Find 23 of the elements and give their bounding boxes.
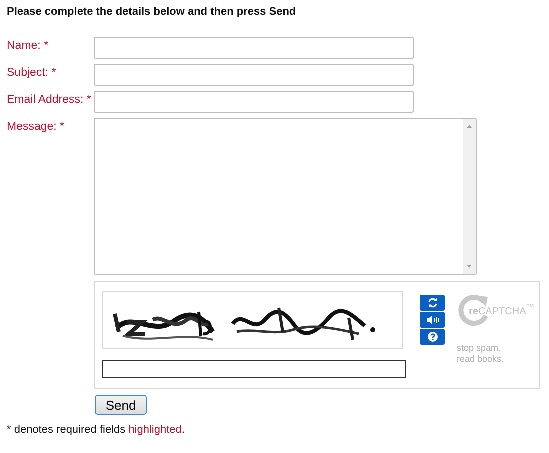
field-label: Message: *	[7, 120, 66, 133]
input-field[interactable]	[94, 37, 414, 59]
scroll-down-arrow-icon[interactable]	[465, 264, 474, 270]
scrollbar[interactable]	[463, 119, 476, 274]
recaptcha-tagline: stop spam. read books.	[457, 343, 506, 365]
captcha-answer-field[interactable]	[102, 360, 406, 378]
input-field[interactable]	[94, 91, 414, 113]
required-note: * denotes required fields highlighted.	[7, 424, 186, 436]
field-label: Name: *	[7, 39, 50, 52]
recaptcha-logo: reCAPTCHA$^{™}$	[469, 302, 535, 318]
audio-button[interactable]	[420, 312, 445, 328]
field-label: Subject: *	[7, 66, 58, 79]
refresh-icon	[426, 297, 438, 309]
help-icon	[426, 331, 438, 343]
form-heading: Please complete the details below and then press Send	[7, 6, 298, 20]
input-field[interactable]	[94, 64, 414, 86]
field-label: Email Address: *	[7, 93, 92, 106]
refresh-button[interactable]	[420, 295, 445, 311]
scroll-up-arrow-icon[interactable]	[465, 123, 474, 129]
speaker-icon	[426, 314, 440, 326]
help-button[interactable]	[420, 329, 445, 345]
send-button[interactable]: Send	[95, 395, 147, 415]
message-field[interactable]	[94, 118, 477, 275]
